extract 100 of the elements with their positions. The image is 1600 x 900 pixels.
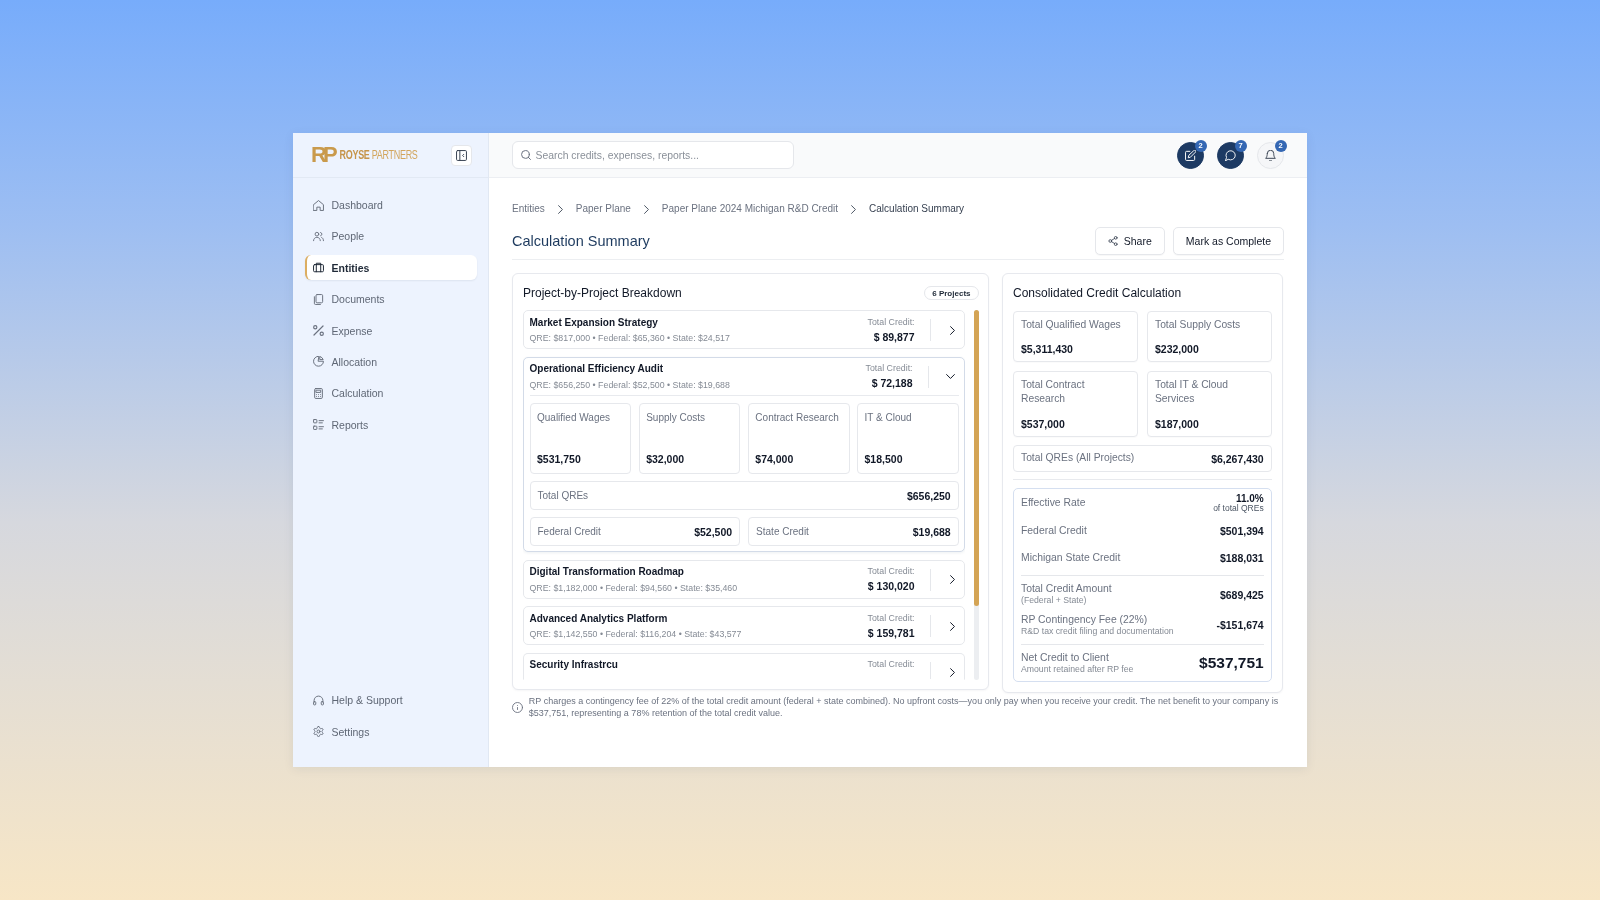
chat-icon (1225, 149, 1236, 161)
metric-value: $531,750 (537, 451, 582, 466)
briefcase-icon (313, 262, 324, 274)
people-icon (313, 230, 324, 242)
breadcrumb-current: Calculation Summary (869, 202, 965, 216)
page-title: Calculation Summary (512, 232, 650, 250)
summary-value: $188,031 (1219, 551, 1264, 566)
project-name: Market Expansion Strategy (529, 315, 659, 330)
project-details: QRE: $1,182,000 • Federal: $94,560 • State: $35,460 (529, 581, 739, 594)
rate-note: of total QREs (1213, 503, 1264, 513)
total-value: $656,250 (906, 488, 951, 503)
total-value: $6,267,430 (1211, 451, 1264, 466)
complete-button[interactable]: Mark as Complete (1172, 227, 1284, 255)
scrollbar-thumb[interactable] (973, 310, 979, 606)
settings-icon (313, 726, 324, 737)
metric-label: IT & Cloud (864, 411, 913, 425)
edit-icon (1185, 149, 1196, 161)
breadcrumb-link[interactable]: Entities (512, 202, 545, 216)
project-name: Operational Efficiency Audit (529, 362, 665, 377)
calculator-icon (313, 387, 324, 399)
panel-icon (456, 149, 467, 161)
nav-item[interactable]: Expense (305, 318, 477, 344)
footnote-text: RP charges a contingency fee of 22% of the total credit amount (federal + state combined). No upfront costs—you only pay when you receive your credit. The net benefit to your company is $537,751, representing a 78% retention of the total credit value. (528, 695, 1280, 720)
brand-name: ROYSE PARTNERS (339, 146, 418, 164)
total-credit-value: $ 72,188 (871, 376, 913, 391)
metric-label: Total Qualified Wages (1021, 317, 1122, 332)
summary-note: R&D tax credit filing and documentation (1021, 625, 1174, 637)
project-details: QRE: $817,000 • Federal: $65,360 • State: $24,517 (529, 332, 731, 344)
nav-item[interactable]: Calculation (305, 380, 477, 406)
home-icon (313, 199, 324, 211)
summary-label: Federal Credit (1021, 524, 1087, 537)
metric-value: $187,000 (1155, 416, 1200, 431)
credit-value: $52,500 (694, 524, 733, 539)
nav-item[interactable]: People (305, 223, 477, 249)
search-field[interactable]: Search credits, expenses, reports... (512, 141, 794, 169)
summary-label: Michigan State Credit (1021, 552, 1121, 565)
summary-label: Effective Rate (1021, 497, 1086, 510)
metric-label: Total Contract Research (1021, 377, 1086, 406)
panel-title: Project-by-Project Breakdown (523, 286, 682, 300)
logo-mark: RP (311, 144, 336, 166)
metric-label: Qualified Wages (537, 411, 611, 425)
total-label: Total QREs (All Projects) (1021, 451, 1135, 466)
scrollbar[interactable] (973, 310, 979, 680)
total-credit-value: $ 130,020 (867, 579, 915, 594)
chevron-right-icon (557, 204, 563, 214)
chevron-down-icon[interactable] (946, 374, 956, 380)
metric-value: $32,000 (646, 451, 686, 466)
project-details: QRE: $1,142,550 • Federal: $116,204 • State: $43,577 (529, 628, 743, 641)
nav-item[interactable]: Dashboard (305, 192, 477, 218)
summary-note: Amount retained after RP fee (1021, 663, 1134, 675)
project-name: Digital Transformation Roadmap (529, 565, 685, 580)
chevron-right-icon[interactable] (950, 325, 956, 335)
total-credit-label: Total Credit: (867, 658, 915, 671)
breadcrumb-link[interactable]: Paper Plane (575, 202, 631, 216)
nav-item[interactable]: Reports (305, 412, 477, 438)
project-name: Advanced Analytics Platform (529, 611, 669, 626)
panel-title: Consolidated Credit Calculation (1013, 286, 1182, 300)
list-icon (313, 419, 324, 431)
total-credit-label: Total Credit: (867, 565, 915, 578)
nav-item[interactable]: Settings (305, 719, 477, 744)
metric-label: Contract Research (755, 411, 840, 425)
metric-value: $537,000 (1021, 416, 1066, 431)
credit-value: $19,688 (912, 524, 951, 539)
total-credit-value: $ 89,877 (873, 329, 915, 344)
summary-value: $689,425 (1219, 587, 1264, 602)
metric-value: $18,500 (864, 451, 904, 466)
nav-item[interactable]: Help & Support (305, 687, 477, 713)
summary-value: -$151,674 (1216, 618, 1264, 633)
nav-item[interactable]: Entities (305, 255, 477, 281)
chevron-right-icon[interactable] (950, 575, 956, 585)
nav-item[interactable]: Documents (305, 286, 477, 312)
chevron-right-icon[interactable] (950, 668, 956, 678)
summary-value: $501,394 (1219, 523, 1264, 538)
total-credit-label: Total Credit: (865, 362, 913, 375)
project-details: QRE: $656,250 • Federal: $52,500 • State: $19,688 (529, 378, 731, 391)
breadcrumb-link[interactable]: Paper Plane 2024 Michigan R&D Credit (661, 202, 839, 216)
metric-label: Total IT & Cloud Services (1155, 377, 1230, 406)
chevron-right-icon[interactable] (950, 621, 956, 631)
nav-item[interactable]: Allocation (305, 349, 477, 375)
chevron-right-icon (643, 204, 649, 214)
summary-label: Net Credit to Client (1021, 651, 1110, 664)
metric-value: $232,000 (1155, 342, 1200, 357)
sidebar-toggle-button[interactable] (451, 144, 472, 166)
rate-value: 11.0% (1235, 493, 1264, 504)
net-credit-value: $537,751 (1199, 654, 1264, 673)
metric-value: $74,000 (755, 451, 795, 466)
share-button[interactable]: Share (1094, 227, 1165, 255)
metric-value: $5,311,430 (1021, 342, 1074, 357)
headset-icon (313, 694, 324, 706)
total-credit-label: Total Credit: (867, 315, 915, 328)
search-icon (521, 150, 531, 160)
bell-icon (1265, 149, 1276, 161)
info-icon (512, 701, 523, 713)
metric-label: Supply Costs (646, 411, 707, 425)
metric-label: Total Supply Costs (1155, 317, 1242, 332)
total-credit-value: $ 159,781 (867, 625, 915, 640)
total-label: Total QREs (537, 489, 589, 503)
percent-icon (313, 325, 324, 337)
documents-icon (313, 293, 324, 305)
summary-note: (Federal + State) (1021, 595, 1088, 607)
